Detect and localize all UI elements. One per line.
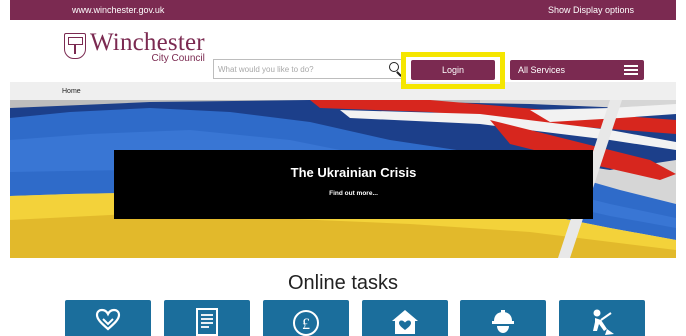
all-services-button[interactable]: All Services bbox=[510, 60, 644, 80]
hero-title: The Ukrainian Crisis bbox=[290, 165, 417, 180]
logo-text: Winchester City Council bbox=[90, 29, 205, 64]
find-out-more-link[interactable]: Find out more... bbox=[114, 190, 593, 197]
worker-helmet-icon bbox=[492, 310, 514, 333]
display-options-link[interactable]: Show Display options bbox=[548, 5, 634, 15]
right-margin bbox=[676, 0, 686, 336]
task-tile-4[interactable] bbox=[362, 300, 448, 336]
left-margin bbox=[0, 0, 10, 336]
heart-hands-icon bbox=[95, 308, 121, 331]
council-logo[interactable]: Winchester City Council bbox=[64, 29, 205, 64]
task-tile-2[interactable] bbox=[164, 300, 250, 336]
crest-icon bbox=[64, 33, 86, 59]
logo-main: Winchester bbox=[90, 29, 205, 56]
document-icon bbox=[196, 308, 218, 336]
house-heart-icon bbox=[392, 310, 418, 334]
search-box bbox=[213, 59, 406, 79]
site-url-link[interactable]: www.winchester.gov.uk bbox=[72, 5, 164, 15]
hero-banner: The Ukrainian Crisis Find out more... bbox=[10, 100, 676, 258]
pound-coin-icon: £ bbox=[293, 310, 319, 336]
task-tile-6[interactable] bbox=[559, 300, 645, 336]
breadcrumb-home-link[interactable]: Home bbox=[62, 88, 81, 95]
task-tile-3[interactable]: £ bbox=[263, 300, 349, 336]
hamburger-menu-icon bbox=[624, 65, 638, 75]
top-bar: www.winchester.gov.uk Show Display optio… bbox=[10, 0, 676, 20]
task-tile-1[interactable] bbox=[65, 300, 151, 336]
search-input[interactable] bbox=[214, 60, 385, 78]
hero-callout: The Ukrainian Crisis Find out more... bbox=[114, 150, 593, 219]
online-tasks-heading: Online tasks bbox=[287, 272, 399, 294]
breadcrumb: Home bbox=[10, 82, 676, 100]
page: www.winchester.gov.uk Show Display optio… bbox=[10, 0, 676, 336]
svg-text:£: £ bbox=[302, 316, 310, 333]
person-digging-icon bbox=[593, 309, 614, 335]
header: Winchester City Council Login All Servic… bbox=[10, 20, 676, 89]
task-tile-5[interactable] bbox=[460, 300, 546, 336]
all-services-label: All Services bbox=[518, 65, 566, 75]
task-tiles: £ bbox=[10, 300, 676, 336]
login-button[interactable]: Login bbox=[411, 60, 495, 80]
